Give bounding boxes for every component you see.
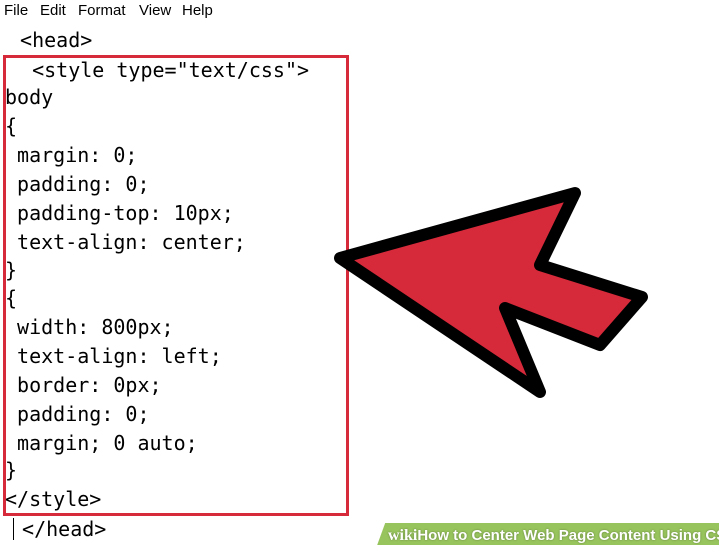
watermark-text: wikiHow to Center Web Page Content Using…	[388, 526, 719, 545]
watermark-brand: wiki	[388, 527, 418, 544]
watermark-title: How to Center Web Page Content Using CSS	[417, 527, 719, 544]
notepad-window: File Edit Format View Help <head> <style…	[0, 0, 719, 545]
arrow-pointing-left-icon	[334, 187, 648, 398]
arrow-shape	[334, 187, 648, 398]
